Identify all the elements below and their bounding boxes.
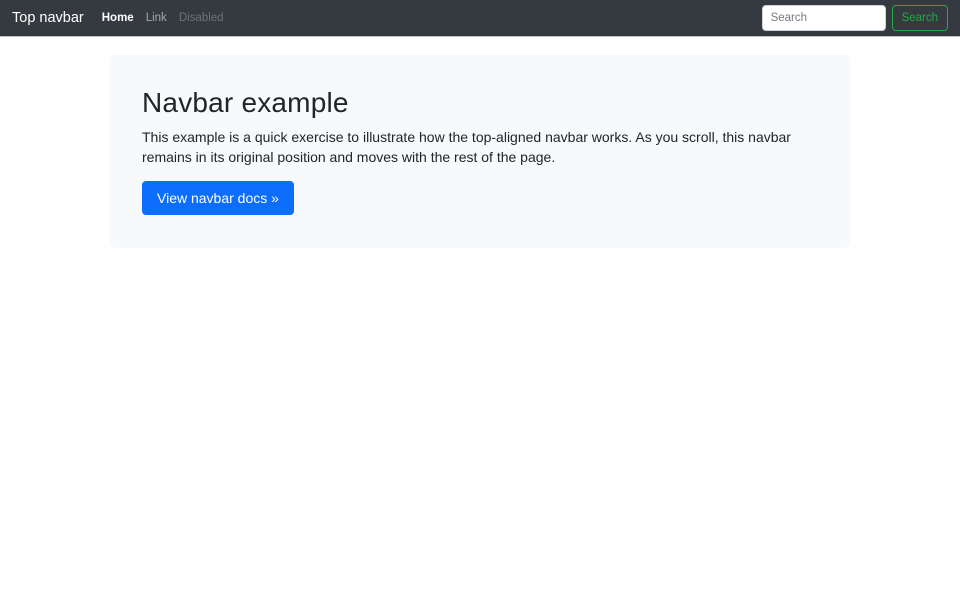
page-title: Navbar example (142, 87, 349, 118)
search-button[interactable]: Search (891, 5, 948, 31)
search-input[interactable] (761, 5, 886, 31)
navbar-nav: Home Link Disabled (96, 12, 230, 24)
nav-link-link[interactable]: Link (140, 12, 173, 24)
search-form: Search (761, 5, 948, 31)
jumbotron: Navbar example This example is a quick e… (110, 55, 850, 249)
nav-link-disabled: Disabled (178, 12, 224, 24)
nav-item: Home (96, 12, 140, 24)
nav-item: Disabled (173, 12, 230, 24)
navbar-brand[interactable]: Top navbar (12, 10, 84, 26)
top-navbar: Top navbar Home Link Disabled Search (0, 0, 960, 36)
nav-link-home[interactable]: Home (96, 12, 140, 24)
main-container: Navbar example This example is a quick e… (110, 55, 850, 249)
view-navbar-docs-button[interactable]: View navbar docs » (142, 181, 294, 216)
nav-item: Link (140, 12, 173, 24)
jumbotron-description: This example is a quick exercise to illu… (142, 128, 791, 166)
